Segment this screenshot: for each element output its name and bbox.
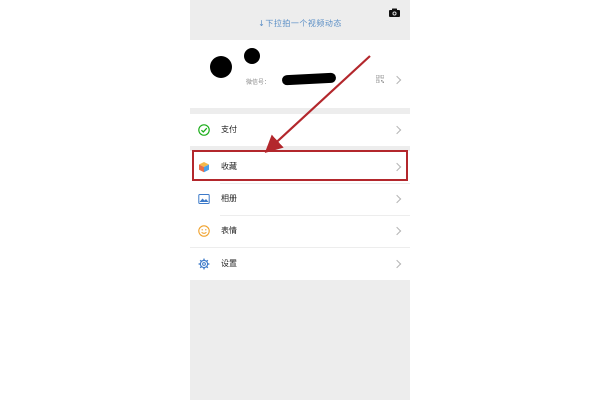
annotation-arrow [264,55,371,153]
